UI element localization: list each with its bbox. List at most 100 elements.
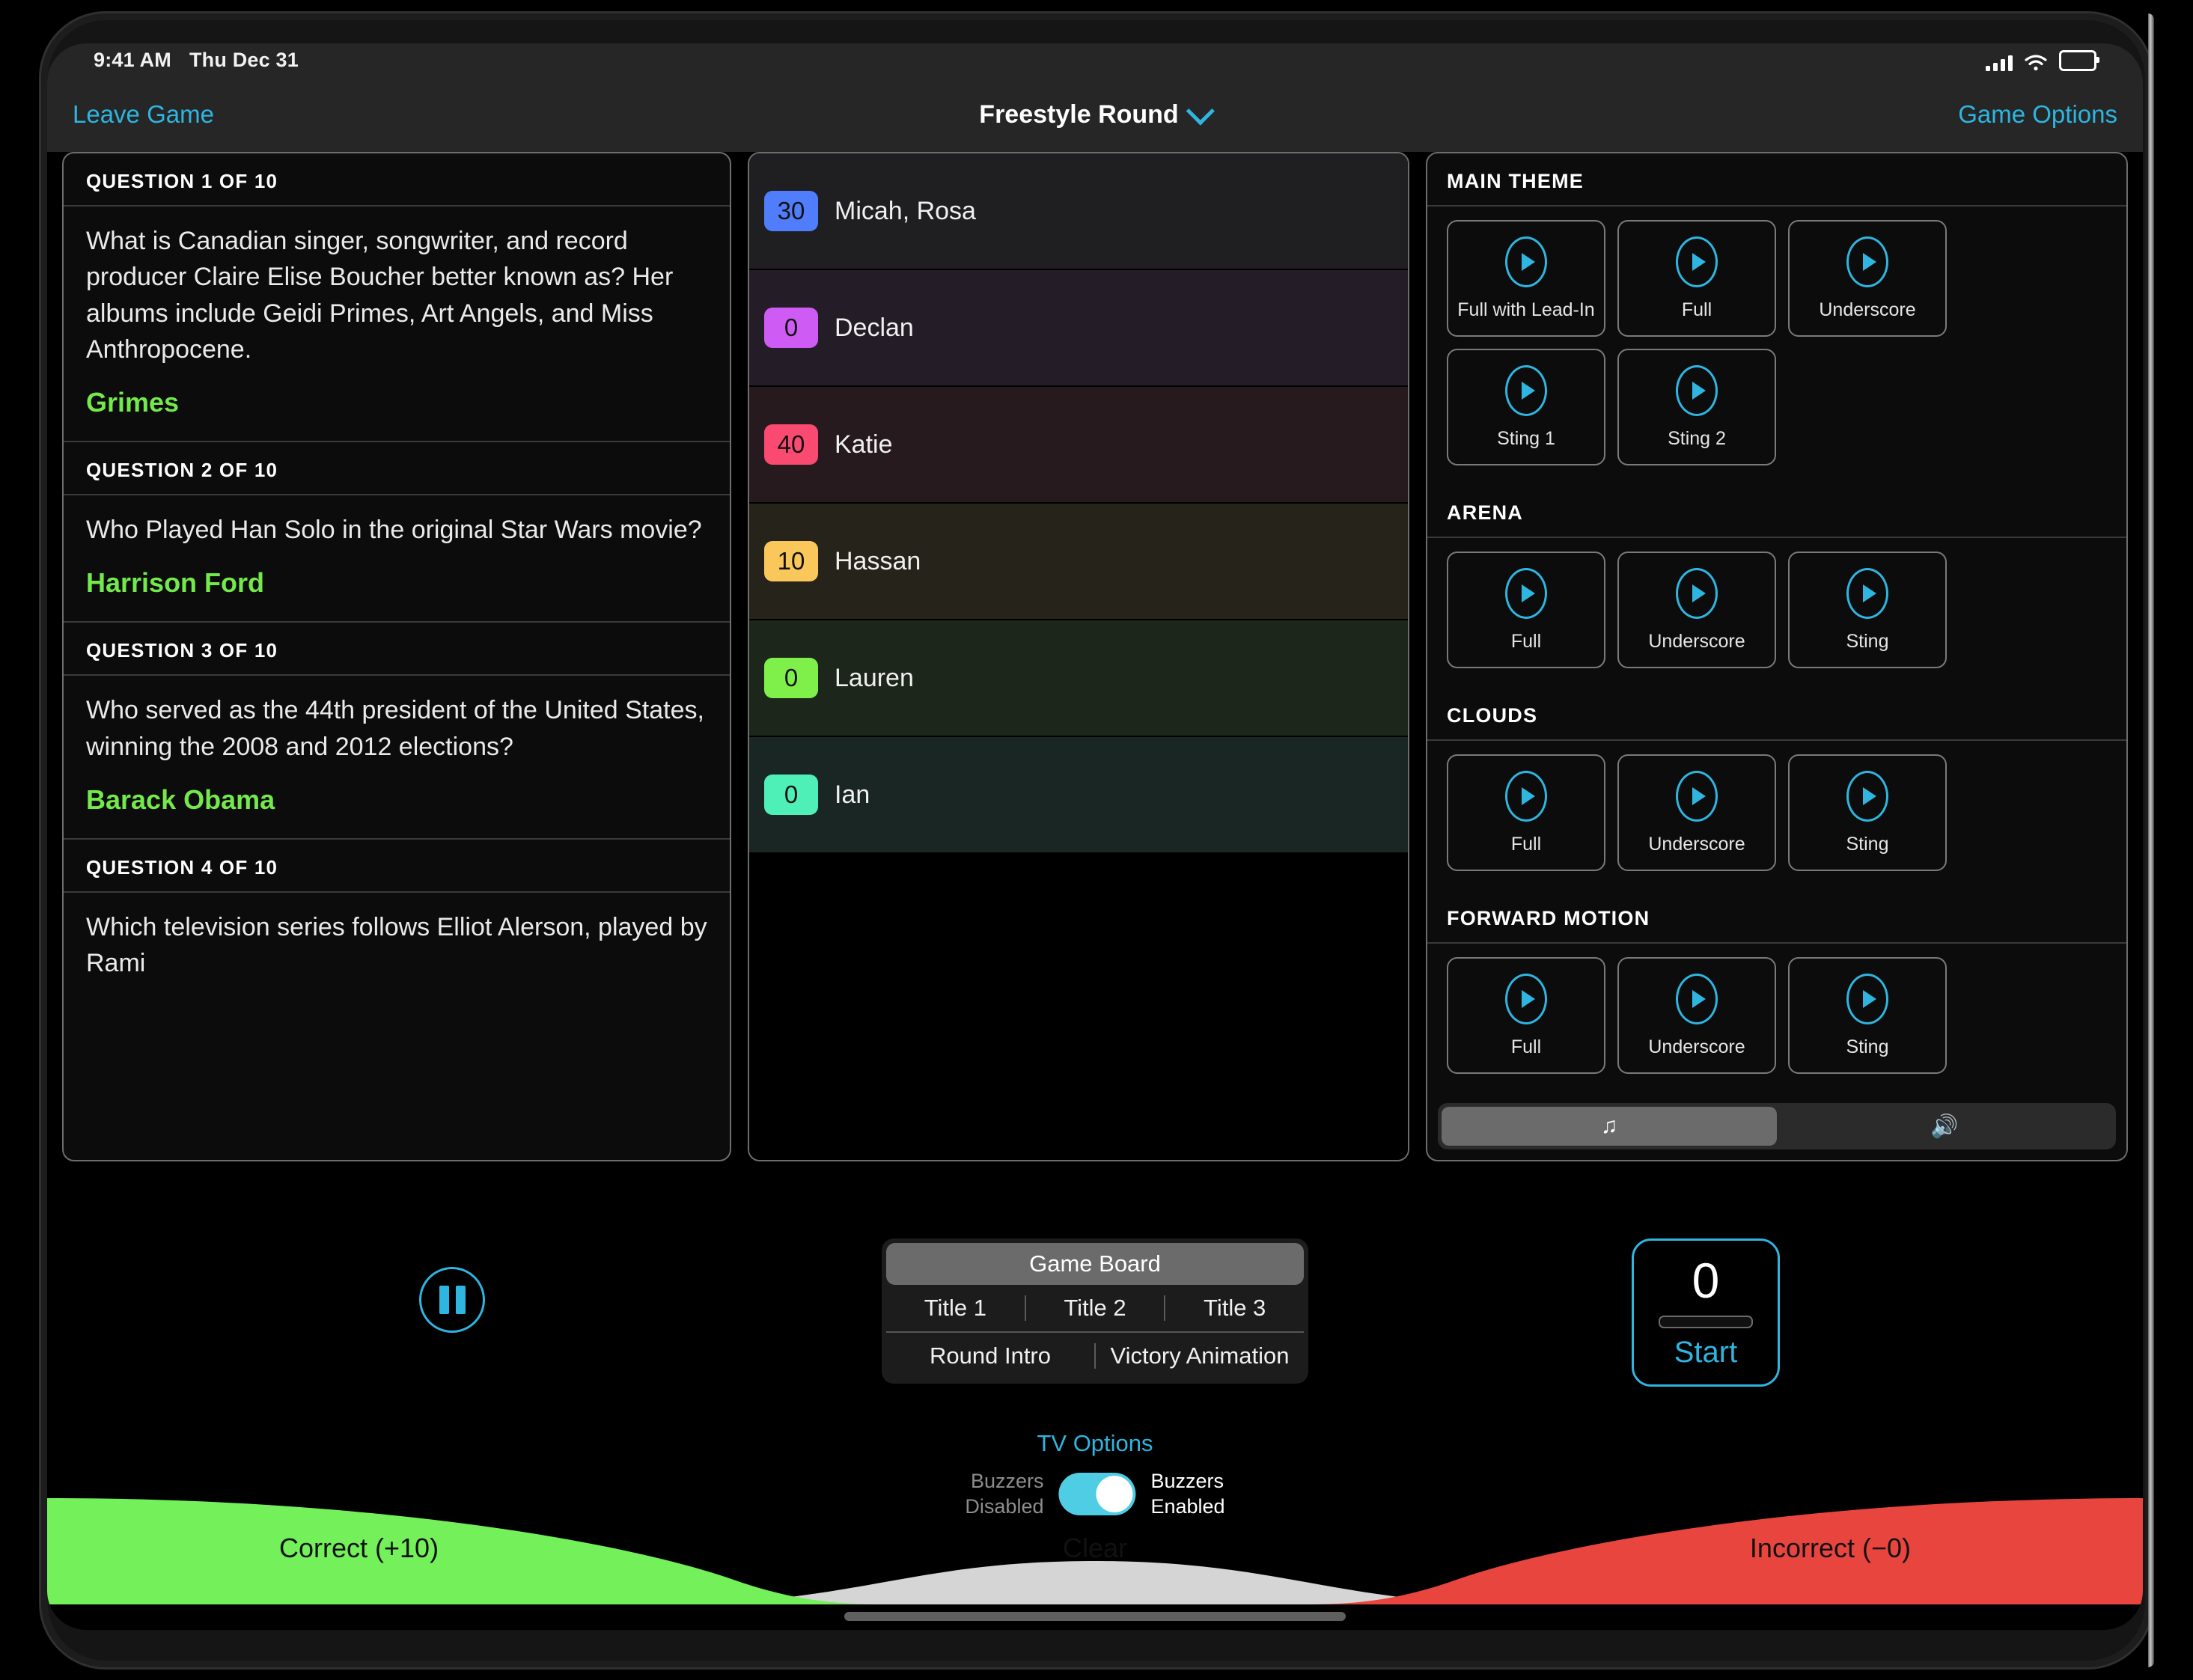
game-options-button[interactable]: Game Options: [1958, 100, 2117, 129]
music-cue-button[interactable]: Full with Lead-In: [1447, 220, 1605, 337]
question-body: Which television series follows Elliot A…: [64, 891, 730, 1004]
device-side-bezel: [2148, 13, 2154, 1667]
toggle-knob: [1096, 1476, 1133, 1513]
player-row[interactable]: 40 Katie: [749, 387, 1408, 504]
victory-animation-button[interactable]: Victory Animation: [1096, 1343, 1304, 1369]
play-icon: [1846, 973, 1888, 1024]
player-score-badge[interactable]: 0: [764, 308, 818, 348]
home-indicator[interactable]: [844, 1612, 1346, 1621]
player-score-badge[interactable]: 0: [764, 775, 818, 815]
question-header: QUESTION 2 OF 10: [86, 459, 278, 482]
music-scroll-area[interactable]: MAIN THEME Full with Lead-In Full Underscor…: [1427, 153, 2126, 1160]
music-button-grid: Full with Lead-In Full Underscore Sting 1 St…: [1427, 205, 2126, 485]
play-icon: [1676, 770, 1718, 822]
player-row[interactable]: 0 Ian: [749, 737, 1408, 854]
question-block[interactable]: QUESTION 2 OF 10 Who Played Han Solo in t…: [64, 442, 730, 623]
music-section-header: FORWARD MOTION: [1447, 907, 1650, 929]
player-row[interactable]: 0 Lauren: [749, 620, 1408, 737]
player-list: 30 Micah, Rosa 0 Declan 40 Katie 10 Hassan 0 Laur…: [749, 153, 1408, 854]
question-block[interactable]: QUESTION 4 OF 10 Which television series …: [64, 840, 730, 1004]
speaker-icon[interactable]: 🔊: [1777, 1107, 2112, 1146]
question-text: Who served as the 44th president of the …: [86, 696, 704, 761]
start-timer-button[interactable]: 0 Start: [1632, 1238, 1780, 1387]
pause-icon-bar: [455, 1286, 466, 1314]
music-button-grid: Full Underscore Sting: [1427, 739, 2126, 891]
player-score-badge[interactable]: 10: [764, 541, 818, 581]
title-1-button[interactable]: Title 1: [886, 1295, 1025, 1322]
question-text: What is Canadian singer, songwriter, and…: [86, 227, 674, 364]
music-cue-button[interactable]: Sting 1: [1447, 349, 1605, 465]
music-cue-label: Sting 2: [1668, 427, 1726, 449]
play-icon: [1505, 364, 1547, 416]
play-icon: [1846, 770, 1888, 822]
wifi-icon: [2025, 54, 2047, 70]
player-row[interactable]: 30 Micah, Rosa: [749, 153, 1408, 270]
question-block[interactable]: QUESTION 1 OF 10 What is Canadian singer,…: [64, 153, 730, 443]
cellular-signal-icon: [1986, 55, 2013, 71]
buzzers-enabled-label: Buzzers Enabled: [1150, 1470, 1225, 1518]
music-cue-label: Underscore: [1819, 299, 1916, 320]
music-cue-button[interactable]: Underscore: [1617, 552, 1776, 668]
music-cue-button[interactable]: Sting: [1788, 957, 1947, 1074]
player-name: Lauren: [835, 663, 914, 692]
player-list-empty-area: [749, 854, 1408, 1160]
questions-panel[interactable]: QUESTION 1 OF 10 What is Canadian singer,…: [62, 152, 731, 1161]
music-cue-button[interactable]: Full: [1617, 220, 1776, 337]
music-cue-label: Sting 1: [1497, 427, 1555, 449]
music-cue-label: Underscore: [1648, 630, 1745, 652]
music-cue-button[interactable]: Full: [1447, 957, 1605, 1074]
player-name: Ian: [835, 780, 870, 809]
music-section-header: MAIN THEME: [1447, 170, 1584, 192]
music-cue-button[interactable]: Underscore: [1617, 754, 1776, 871]
correct-button[interactable]: [47, 1498, 885, 1604]
player-row[interactable]: 10 Hassan: [749, 504, 1408, 620]
question-body: Who Played Han Solo in the original Star…: [64, 494, 730, 623]
music-cue-button[interactable]: Sting 2: [1617, 349, 1776, 465]
play-icon: [1505, 770, 1547, 822]
round-selector[interactable]: Freestyle Round: [979, 96, 1216, 129]
question-answer: Harrison Ford: [86, 567, 265, 599]
game-board-controls: Game Board Title 1 Title 2 Title 3 Round…: [882, 1238, 1308, 1384]
player-row[interactable]: 0 Declan: [749, 270, 1408, 387]
pause-button[interactable]: [419, 1267, 485, 1333]
music-cue-label: Underscore: [1648, 833, 1745, 855]
question-body: What is Canadian singer, songwriter, and…: [64, 205, 730, 443]
audio-mode-segmented-control[interactable]: ♫ 🔊: [1438, 1103, 2116, 1149]
battery-icon: [2059, 49, 2099, 71]
leave-game-button[interactable]: Leave Game: [73, 100, 214, 129]
game-board-button[interactable]: Game Board: [886, 1243, 1304, 1285]
music-cue-button[interactable]: Full: [1447, 754, 1605, 871]
status-date: Thu Dec 31: [189, 49, 299, 71]
music-cue-button[interactable]: Full: [1447, 552, 1605, 668]
timer-value: 0: [1692, 1253, 1720, 1308]
music-cue-button[interactable]: Underscore: [1617, 957, 1776, 1074]
player-name: Declan: [835, 313, 914, 342]
title-3-button[interactable]: Title 3: [1165, 1295, 1304, 1322]
pause-icon-bar: [439, 1286, 449, 1314]
app-screen: 9:41 AM Thu Dec 31 Leave Game Freestyle …: [47, 43, 2143, 1630]
buzzers-toggle[interactable]: [1058, 1473, 1136, 1516]
status-bar-left: 9:41 AM Thu Dec 31: [94, 49, 299, 72]
music-cue-label: Underscore: [1648, 1036, 1745, 1057]
player-score-badge[interactable]: 40: [764, 424, 818, 465]
play-icon: [1676, 973, 1718, 1024]
title-2-button[interactable]: Title 2: [1026, 1295, 1165, 1322]
animations-row: Round Intro Victory Animation: [886, 1331, 1304, 1379]
tv-options-link[interactable]: TV Options: [1037, 1430, 1153, 1457]
music-cue-button[interactable]: Sting: [1788, 552, 1947, 668]
incorrect-button[interactable]: [1305, 1498, 2143, 1604]
correct-label: Correct (+10): [279, 1533, 439, 1563]
music-cue-label: Full with Lead-In: [1457, 299, 1595, 320]
player-name: Micah, Rosa: [835, 196, 976, 225]
round-intro-button[interactable]: Round Intro: [886, 1343, 1094, 1369]
question-block[interactable]: QUESTION 3 OF 10 Who served as the 44th p…: [64, 623, 730, 840]
music-cue-button[interactable]: Underscore: [1788, 220, 1947, 337]
status-bar-right: [1986, 49, 2099, 71]
music-cue-label: Full: [1510, 630, 1542, 652]
player-score-badge[interactable]: 30: [764, 191, 818, 231]
player-score-badge[interactable]: 0: [764, 658, 818, 698]
question-header: QUESTION 1 OF 10: [86, 170, 278, 192]
music-cue-button[interactable]: Sting: [1788, 754, 1947, 871]
music-note-icon[interactable]: ♫: [1442, 1107, 1777, 1146]
music-button-grid: Full Underscore Sting: [1427, 537, 2126, 688]
